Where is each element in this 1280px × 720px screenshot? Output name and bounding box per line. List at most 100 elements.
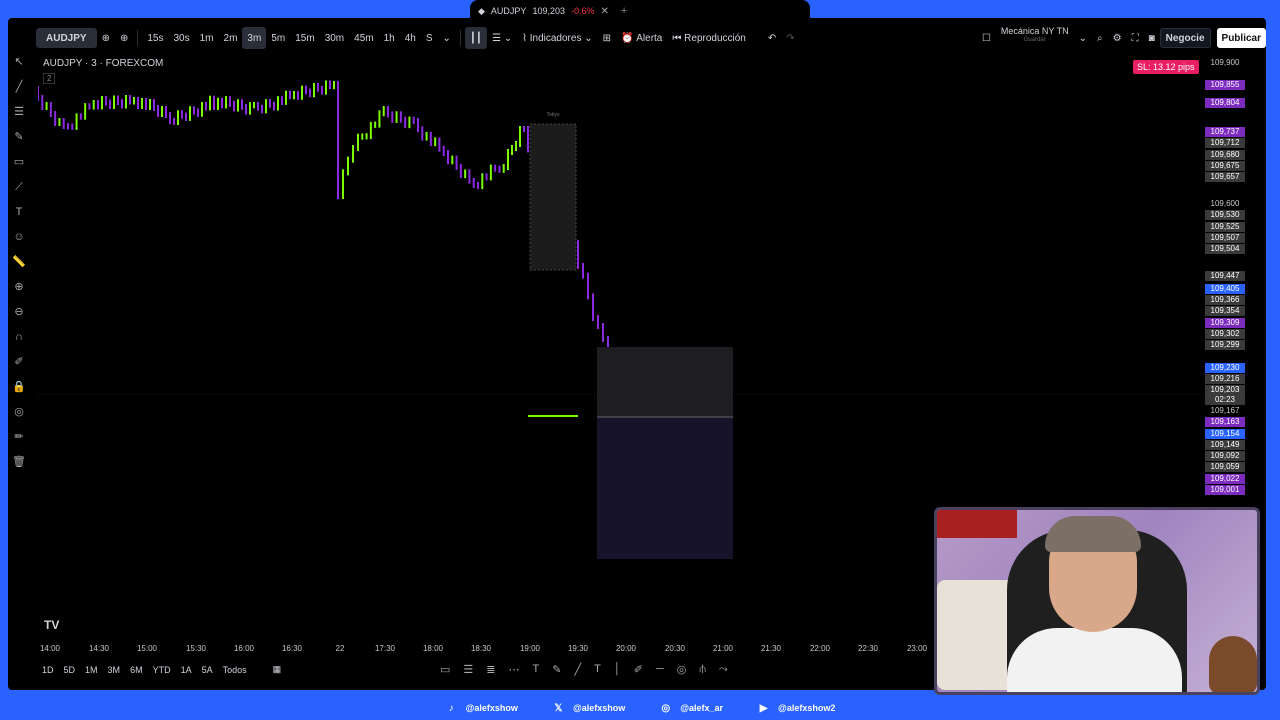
- interval-45m[interactable]: 45m: [349, 27, 378, 49]
- range-todos[interactable]: Todos: [223, 665, 247, 675]
- price-label: 109,737: [1205, 127, 1245, 137]
- add-symbol-icon[interactable]: ⊕: [115, 27, 133, 49]
- session-box[interactable]: [529, 123, 577, 271]
- browser-tab[interactable]: ◆ AUDJPY 109,203 -0.6% ✕ +: [470, 0, 810, 22]
- ruler-icon[interactable]: 📏: [12, 254, 26, 271]
- interval-2m[interactable]: 2m: [219, 27, 243, 49]
- tradingview-logo: TV: [44, 618, 60, 632]
- line-icon[interactable]: ╱: [574, 663, 581, 676]
- templates-icon[interactable]: ⊞: [598, 27, 616, 49]
- tab-close-icon[interactable]: ✕: [601, 6, 609, 17]
- symbol-search-button[interactable]: AUDJPY: [36, 28, 97, 48]
- channels-icon[interactable]: ≣: [486, 663, 495, 676]
- path-icon[interactable]: ⤳: [719, 663, 728, 676]
- bar-style-icon[interactable]: ☰ ⌄: [487, 27, 517, 49]
- marker-icon[interactable]: ✐: [634, 663, 643, 676]
- replay-label: Reproducción: [684, 32, 746, 44]
- interval-30s[interactable]: 30s: [168, 27, 194, 49]
- vertical-line-icon[interactable]: │: [614, 663, 621, 676]
- symbol-legend: AUDJPY · 3 · FOREXCOM: [43, 58, 164, 69]
- legend-collapse[interactable]: 2: [43, 73, 56, 84]
- undo-icon[interactable]: ↶: [763, 27, 781, 49]
- emoji-icon[interactable]: ☺: [13, 229, 24, 246]
- range-1a[interactable]: 1A: [181, 665, 192, 675]
- drawing-toolbar: ↖ ╱ ☰ ✎ ▭ ⟋ T ☺ 📏 ⊕ ⊖ ∩ ✐ 🔒 ◎ ✏ 🗑: [8, 54, 30, 514]
- lock-draw-icon[interactable]: ✐: [14, 354, 23, 371]
- interval-5m[interactable]: 5m: [266, 27, 290, 49]
- interval-30m[interactable]: 30m: [320, 27, 349, 49]
- text-icon[interactable]: T: [16, 204, 23, 221]
- range-3m[interactable]: 3M: [108, 665, 121, 675]
- multi-icon[interactable]: ⋯: [509, 663, 520, 676]
- candles-icon[interactable]: ┃┃: [464, 27, 487, 49]
- target-zone[interactable]: [597, 417, 733, 559]
- social-item[interactable]: 𝕏 @alefxshow: [552, 702, 625, 715]
- time-label: 20:00: [615, 644, 637, 653]
- fib-icon[interactable]: ☰: [14, 104, 24, 121]
- interval-group: 15s 30s 1m 2m 3m 5m 15m 30m 45m 1h 4h S: [142, 27, 437, 49]
- range-6m[interactable]: 6M: [130, 665, 143, 675]
- text-cursor-icon[interactable]: T: [594, 663, 601, 676]
- horizontal-line-icon[interactable]: ─: [656, 663, 664, 676]
- zoom-in-icon[interactable]: ⊕: [14, 279, 23, 296]
- pen-icon[interactable]: ✎: [552, 663, 561, 676]
- interval-15m[interactable]: 15m: [290, 27, 319, 49]
- zoom-out-icon[interactable]: ⊖: [14, 304, 23, 321]
- compare-icon[interactable]: ⊕: [97, 27, 115, 49]
- lock-icon[interactable]: 🔒: [12, 379, 26, 396]
- layout-dropdown-icon[interactable]: ⌄: [1074, 27, 1092, 49]
- price-axis[interactable]: 109,900 109,855 109,804 109,737 109,712 109,6…: [1205, 58, 1245, 508]
- social-item[interactable]: ♪ @alefxshow: [445, 702, 518, 715]
- social-item[interactable]: ◎ @alefx_ar: [659, 702, 723, 715]
- range-1m[interactable]: 1M: [85, 665, 98, 675]
- search-icon[interactable]: ⌕: [1092, 27, 1108, 49]
- range-ytd[interactable]: YTD: [153, 665, 171, 675]
- trend-line-icon[interactable]: ╱: [16, 79, 23, 96]
- range-1d[interactable]: 1D: [42, 665, 54, 675]
- interval-15s[interactable]: 15s: [142, 27, 168, 49]
- layout-name-button[interactable]: Mecánica NY TN Guardar: [996, 27, 1074, 49]
- price-label: 109,309: [1205, 318, 1245, 328]
- pattern-icon[interactable]: ⟋: [15, 179, 23, 196]
- hide-icon[interactable]: ✏: [14, 429, 23, 446]
- visibility-icon[interactable]: ◎: [14, 404, 24, 421]
- interval-3m[interactable]: 3m: [242, 27, 267, 49]
- indicators-button[interactable]: ⌇ Indicadores ⌄: [517, 27, 598, 49]
- fork-icon[interactable]: ⫛: [699, 663, 706, 676]
- rectangle-icon[interactable]: ▭: [14, 154, 24, 171]
- brush-icon[interactable]: ✎: [14, 129, 23, 146]
- alert-button[interactable]: ⏰ Alerta: [616, 27, 667, 49]
- magnet-icon[interactable]: ∩: [15, 329, 23, 346]
- interval-S[interactable]: S: [421, 27, 438, 49]
- cursor-icon[interactable]: ↖: [14, 54, 23, 71]
- time-axis[interactable]: 14:00 14:30 15:00 15:30 16:00 16:30 22 17:30 18:…: [38, 644, 938, 656]
- text-tool-icon[interactable]: T: [533, 663, 540, 676]
- replay-button[interactable]: ⏮ Reproducción: [667, 27, 751, 49]
- layout-square-icon[interactable]: ☐: [977, 27, 996, 49]
- range-5a[interactable]: 5A: [202, 665, 213, 675]
- time-label: 14:00: [39, 644, 61, 653]
- select-icon[interactable]: ▭: [440, 663, 450, 676]
- new-tab-icon[interactable]: +: [621, 5, 627, 17]
- calendar-icon[interactable]: ▦: [273, 664, 282, 675]
- social-item[interactable]: ▶ @alefxshow2: [757, 702, 836, 715]
- redo-icon[interactable]: ↷: [781, 27, 799, 49]
- price-label: 109,530: [1205, 210, 1245, 220]
- social-handle: @alefx_ar: [680, 703, 724, 713]
- interval-1h[interactable]: 1h: [379, 27, 400, 49]
- trade-button[interactable]: Negocie: [1159, 28, 1211, 48]
- interval-dropdown-icon[interactable]: ⌄: [438, 27, 456, 49]
- settings-gear-icon[interactable]: ⚙: [1108, 27, 1127, 49]
- tab-favicon-icon: ◆: [478, 5, 485, 16]
- stop-zone[interactable]: [597, 347, 733, 417]
- target-icon[interactable]: ◎: [677, 663, 687, 676]
- fullscreen-icon[interactable]: ⛶: [1127, 27, 1144, 49]
- range-5d[interactable]: 5D: [64, 665, 76, 675]
- lines-icon[interactable]: ☰: [463, 663, 473, 676]
- publish-button[interactable]: Publicar: [1216, 28, 1266, 48]
- trash-icon[interactable]: 🗑: [12, 454, 26, 471]
- range-selector: 1D 5D 1M 3M 6M YTD 1A 5A Todos ▦: [42, 664, 281, 675]
- interval-1m[interactable]: 1m: [195, 27, 219, 49]
- camera-icon[interactable]: ◙: [1144, 27, 1160, 49]
- interval-4h[interactable]: 4h: [400, 27, 421, 49]
